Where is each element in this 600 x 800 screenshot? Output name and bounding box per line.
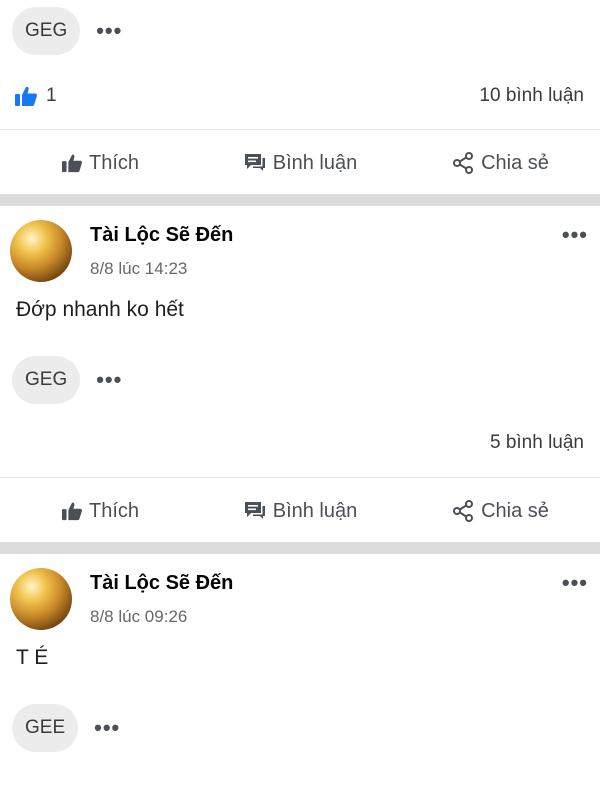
post-meta: Tài Lộc Sẽ Đến 8/8 lúc 14:23 (90, 220, 233, 279)
comment-count[interactable]: 5 bình luận (490, 432, 584, 454)
avatar[interactable] (10, 568, 72, 630)
comment-icon (244, 502, 265, 519)
like-label: Thích (88, 151, 140, 174)
post-header: Tài Lộc Sẽ Đến 8/8 lúc 09:26 ••• (0, 554, 600, 644)
reaction-chip-row: GEE ••• (0, 700, 600, 756)
comment-count[interactable]: 10 bình luận (479, 85, 584, 107)
more-options-icon[interactable]: ••• (562, 222, 588, 248)
thumbs-up-icon (61, 154, 82, 173)
share-icon (453, 152, 474, 174)
post-card: Tài Lộc Sẽ Đến 8/8 lúc 14:23 ••• Đớp nha… (0, 206, 600, 542)
action-bar: Thích Bình luận Chia sẻ (0, 478, 600, 542)
reaction-chip-row: GEG ••• (0, 352, 600, 408)
more-options-icon[interactable]: ••• (562, 570, 588, 596)
comment-label: Bình luận (272, 151, 358, 174)
post-timestamp[interactable]: 8/8 lúc 09:26 (90, 607, 233, 627)
post-top: GEG ••• 1 10 bình luận Thích Bình luận C… (0, 0, 600, 194)
post-separator (0, 542, 600, 554)
reaction-chip[interactable]: GEG (12, 356, 81, 404)
reaction-chip[interactable]: GEE (12, 704, 79, 752)
stats-row: 5 bình luận (0, 408, 600, 478)
post-header: Tài Lộc Sẽ Đến 8/8 lúc 14:23 ••• (0, 206, 600, 296)
comment-label: Bình luận (272, 499, 358, 522)
stats-row: 1 10 bình luận (0, 62, 600, 130)
post-timestamp[interactable]: 8/8 lúc 14:23 (90, 259, 233, 279)
post-text: Đớp nhanh ko hết (16, 298, 184, 321)
likes-summary[interactable]: 1 (14, 85, 57, 107)
more-options-icon[interactable]: ••• (94, 717, 120, 739)
share-button[interactable]: Chia sẻ (400, 151, 600, 175)
author-name[interactable]: Tài Lộc Sẽ Đến (90, 572, 233, 595)
post-meta: Tài Lộc Sẽ Đến 8/8 lúc 09:26 (90, 568, 233, 627)
author-name[interactable]: Tài Lộc Sẽ Đến (90, 224, 233, 247)
like-button[interactable]: Thích (0, 152, 200, 175)
share-label: Chia sẻ (481, 151, 549, 174)
share-icon (453, 500, 474, 522)
like-count: 1 (46, 84, 57, 106)
more-options-icon[interactable]: ••• (96, 20, 122, 42)
avatar[interactable] (10, 220, 72, 282)
comment-icon (244, 154, 265, 171)
post-separator (0, 194, 600, 206)
reaction-chip-row: GEG ••• (0, 0, 600, 62)
share-button[interactable]: Chia sẻ (400, 499, 600, 523)
comment-button[interactable]: Bình luận (200, 152, 400, 175)
post-text: T É (16, 646, 49, 669)
thumbs-up-icon (61, 502, 82, 521)
reaction-chip[interactable]: GEG (12, 7, 81, 55)
comment-button[interactable]: Bình luận (200, 500, 400, 523)
action-bar: Thích Bình luận Chia sẻ (0, 130, 600, 194)
like-button[interactable]: Thích (0, 500, 200, 523)
post-card: Tài Lộc Sẽ Đến 8/8 lúc 09:26 ••• T É GEE… (0, 554, 600, 756)
share-label: Chia sẻ (481, 499, 549, 522)
more-options-icon[interactable]: ••• (96, 369, 122, 391)
thumbs-up-icon (14, 85, 38, 107)
like-label: Thích (88, 499, 140, 522)
